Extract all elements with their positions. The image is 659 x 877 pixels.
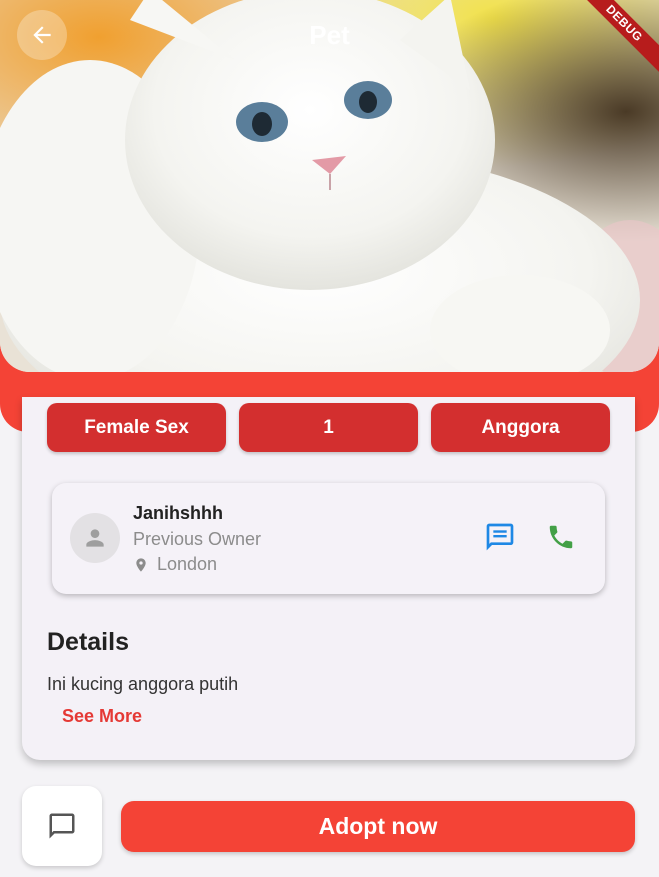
phone-icon bbox=[549, 525, 573, 549]
pet-hero-image bbox=[0, 0, 659, 372]
owner-name: Janihshhh bbox=[133, 503, 224, 523]
chat-button[interactable] bbox=[22, 786, 102, 866]
chip-age[interactable]: 1 bbox=[239, 403, 418, 452]
chat-icon bbox=[49, 813, 75, 839]
pet-attribute-chips: Female Sex 1 Anggora bbox=[47, 403, 610, 452]
location-pin-icon bbox=[136, 557, 146, 572]
person-icon bbox=[86, 529, 104, 547]
call-owner-button[interactable] bbox=[546, 522, 576, 552]
details-description: Ini kucing anggora putih bbox=[47, 674, 239, 694]
chip-sex[interactable]: Female Sex bbox=[47, 403, 226, 452]
message-icon bbox=[486, 523, 514, 551]
details-heading: Details bbox=[47, 628, 129, 656]
adopt-now-button[interactable]: Adopt now bbox=[121, 801, 635, 852]
message-owner-button[interactable] bbox=[484, 521, 516, 553]
owner-card: Janihshhh Previous Owner London bbox=[52, 483, 605, 594]
owner-location-text: London bbox=[157, 554, 218, 574]
chip-breed[interactable]: Anggora bbox=[431, 403, 610, 452]
avatar bbox=[70, 513, 120, 563]
see-more-link[interactable]: See More bbox=[62, 706, 142, 727]
page-title: Pet bbox=[309, 20, 350, 50]
cat-photo bbox=[0, 0, 659, 372]
owner-role: Previous Owner bbox=[133, 529, 262, 549]
owner-location: London bbox=[133, 554, 217, 575]
pet-info-card: Female Sex 1 Anggora Janihshhh Previous … bbox=[22, 397, 635, 760]
